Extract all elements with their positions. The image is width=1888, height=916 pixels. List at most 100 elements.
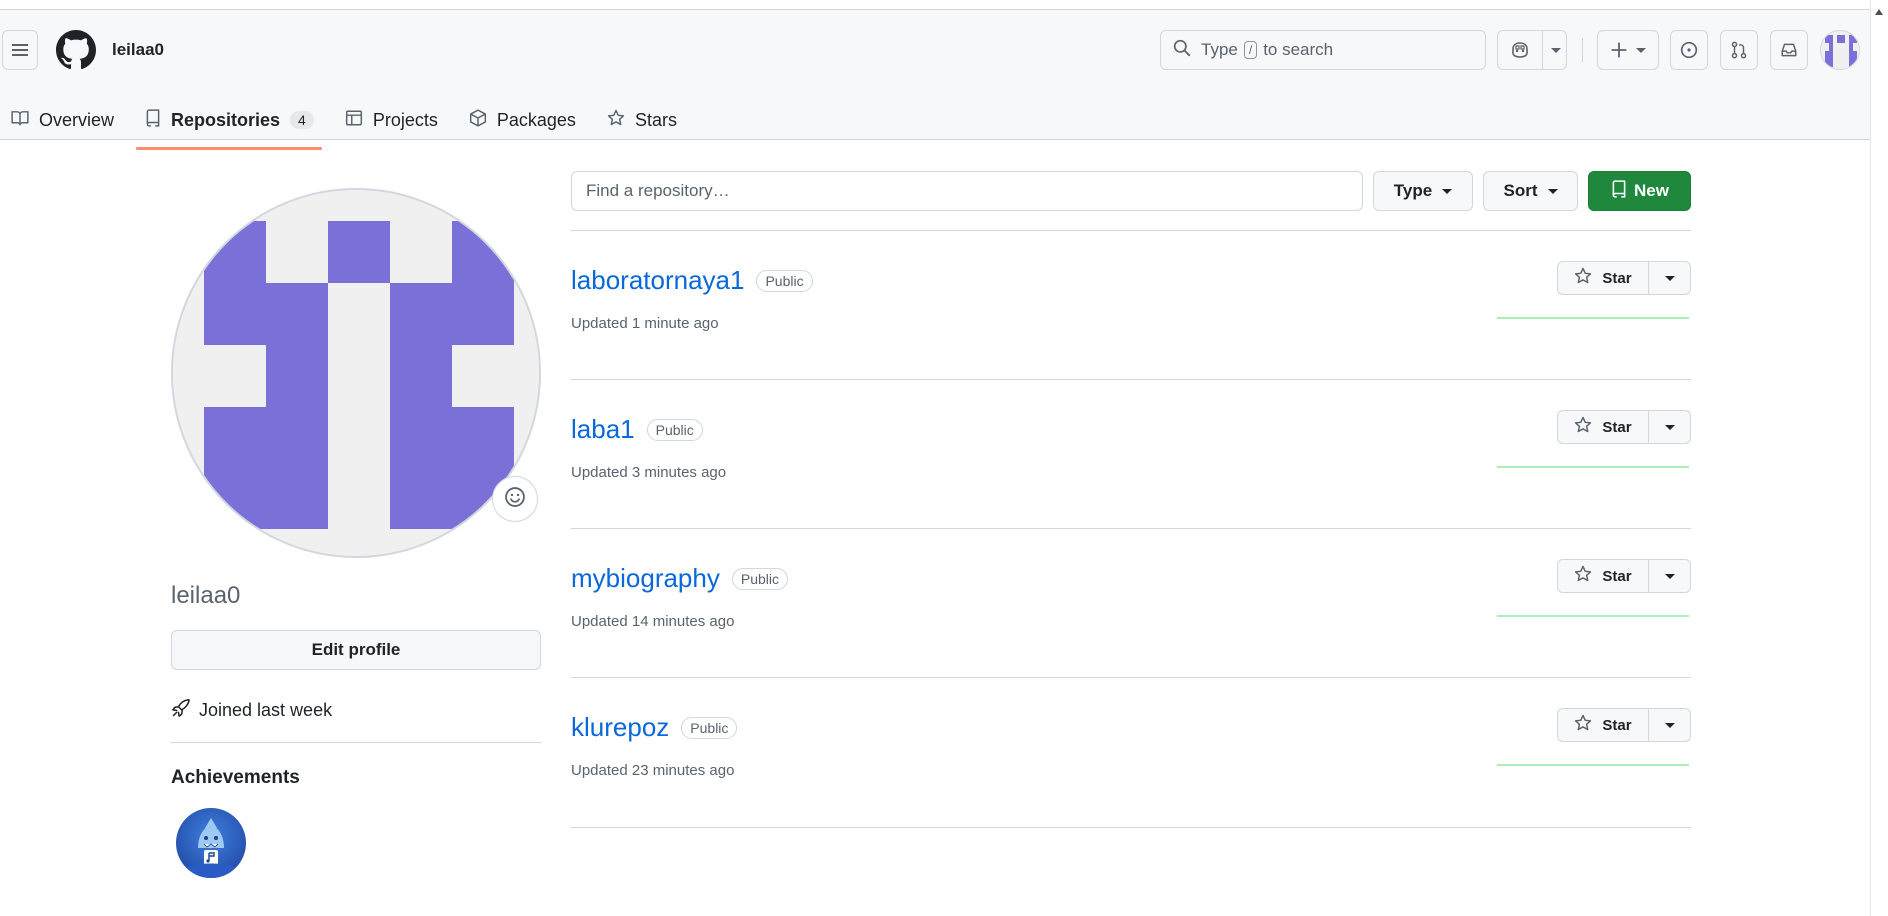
smiley-icon xyxy=(504,486,526,513)
tab-label: Projects xyxy=(372,109,438,130)
repo-title: mybiography Public xyxy=(571,563,788,594)
repo-updated-time: Updated 23 minutes ago xyxy=(571,762,735,779)
tab-label: Overview xyxy=(39,109,115,130)
star-label: Star xyxy=(1602,418,1632,436)
activity-sparkline xyxy=(1497,466,1689,468)
find-repository-input[interactable]: Find a repository… xyxy=(571,171,1363,211)
repo-updated-time: Updated 14 minutes ago xyxy=(571,613,735,630)
star-list-dropdown[interactable] xyxy=(1649,559,1691,593)
star-button-group: Star xyxy=(1557,559,1691,593)
star-list-dropdown[interactable] xyxy=(1649,410,1691,444)
visibility-badge: Public xyxy=(731,567,788,590)
edit-profile-button[interactable]: Edit profile xyxy=(171,630,541,670)
joined-text: Joined last week xyxy=(199,700,333,720)
star-icon xyxy=(606,109,635,132)
activity-sparkline xyxy=(1497,764,1689,766)
repo-name-link[interactable]: klurepoz xyxy=(571,712,669,743)
profile-header: leilaa0 Type / to search Overview Reposi… xyxy=(0,10,1870,150)
pull-requests-button[interactable] xyxy=(1720,30,1758,70)
github-logo-link[interactable] xyxy=(56,30,96,70)
visibility-badge: Public xyxy=(756,269,813,292)
tab-label: Stars xyxy=(634,109,677,130)
repo-name-link[interactable]: mybiography xyxy=(571,563,720,594)
list-item: klurepoz Public Updated 23 minutes ago S… xyxy=(571,678,1691,826)
tab-overview[interactable]: Overview xyxy=(0,98,124,142)
chevron-down-icon xyxy=(1547,188,1558,194)
scroll-up-arrow[interactable] xyxy=(1874,4,1884,15)
repo-list-divider xyxy=(571,827,1691,828)
search-placeholder-prefix: Type xyxy=(1201,40,1238,59)
star-button[interactable]: Star xyxy=(1557,708,1649,742)
star-list-dropdown[interactable] xyxy=(1649,261,1691,295)
activity-sparkline xyxy=(1497,615,1689,617)
tab-projects[interactable]: Projects xyxy=(334,98,448,142)
book-icon xyxy=(10,109,39,132)
github-logo-icon xyxy=(56,30,96,74)
repo-name-link[interactable]: laba1 xyxy=(571,414,635,445)
chevron-down-icon xyxy=(1664,424,1675,430)
avatar xyxy=(1821,35,1859,69)
new-repository-label: New xyxy=(1634,181,1669,200)
issues-icon xyxy=(1680,41,1698,59)
star-list-dropdown[interactable] xyxy=(1649,708,1691,742)
table-icon xyxy=(344,109,373,132)
tab-label: Repositories xyxy=(171,109,281,130)
search-icon xyxy=(1173,39,1191,62)
tab-packages[interactable]: Packages xyxy=(458,98,586,142)
sidebar-divider xyxy=(171,742,541,743)
create-new-button[interactable] xyxy=(1597,30,1659,70)
star-icon xyxy=(1574,416,1602,438)
type-filter-button[interactable]: Type xyxy=(1373,171,1473,211)
star-button-group: Star xyxy=(1557,410,1691,444)
chevron-down-icon xyxy=(1664,275,1675,281)
star-icon xyxy=(1574,267,1602,289)
joined-info: Joined last week xyxy=(171,698,332,723)
inbox-button[interactable] xyxy=(1770,30,1808,70)
chevron-down-icon xyxy=(1442,188,1453,194)
browser-top-strip xyxy=(0,0,1888,10)
star-button[interactable]: Star xyxy=(1557,261,1649,295)
rocket-icon xyxy=(171,698,199,723)
set-status-button[interactable] xyxy=(492,476,538,522)
repo-updated-time: Updated 3 minutes ago xyxy=(571,464,727,481)
star-label: Star xyxy=(1602,716,1632,734)
user-avatar-button[interactable] xyxy=(1820,30,1860,70)
page-scrollbar[interactable] xyxy=(1870,0,1888,916)
header-username-link[interactable]: leilaa0 xyxy=(112,40,164,60)
chevron-down-icon xyxy=(1664,722,1675,728)
plus-icon xyxy=(1610,41,1628,59)
profile-avatar[interactable] xyxy=(171,188,541,558)
star-label: Star xyxy=(1602,567,1632,585)
achievements-heading: Achievements xyxy=(171,767,300,788)
copilot-button[interactable] xyxy=(1497,30,1567,70)
repo-title: laboratornaya1 Public xyxy=(571,265,813,296)
activity-sparkline xyxy=(1497,317,1689,319)
repo-icon xyxy=(1610,179,1634,203)
repo-icon xyxy=(144,108,171,132)
star-button[interactable]: Star xyxy=(1557,410,1649,444)
chevron-down-icon xyxy=(1636,47,1646,53)
star-button[interactable]: Star xyxy=(1557,559,1649,593)
achievement-badge[interactable] xyxy=(176,808,246,878)
profile-tabs: Overview Repositories 4 Projects Package… xyxy=(0,98,697,150)
tab-repositories[interactable]: Repositories 4 xyxy=(134,98,324,150)
list-item: laba1 Public Updated 3 minutes ago Star xyxy=(571,380,1691,528)
package-icon xyxy=(468,108,497,132)
copilot-menu-caret[interactable] xyxy=(1542,31,1568,69)
star-button-group: Star xyxy=(1557,708,1691,742)
tab-stars[interactable]: Stars xyxy=(596,98,687,142)
search-placeholder-suffix: to search xyxy=(1263,40,1334,59)
search-box[interactable]: Type / to search xyxy=(1160,30,1486,70)
issues-button[interactable] xyxy=(1670,30,1708,70)
header-separator xyxy=(1582,38,1583,62)
repo-title: laba1 Public xyxy=(571,414,703,445)
pull-request-icon xyxy=(1730,41,1748,59)
chevron-down-icon xyxy=(1664,573,1675,579)
repositories-count-badge: 4 xyxy=(290,111,314,129)
sort-button[interactable]: Sort xyxy=(1483,171,1578,211)
star-button-group: Star xyxy=(1557,261,1691,295)
new-repository-button[interactable]: New xyxy=(1588,171,1691,211)
hamburger-menu-button[interactable] xyxy=(2,30,38,70)
repo-updated-time: Updated 1 minute ago xyxy=(571,315,719,332)
repo-name-link[interactable]: laboratornaya1 xyxy=(571,265,744,296)
